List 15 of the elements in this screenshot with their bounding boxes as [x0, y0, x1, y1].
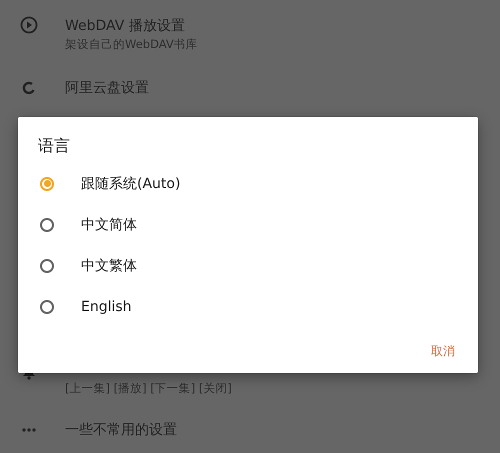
radio-button[interactable] — [40, 176, 54, 190]
setting-subtitle: 架设自己的WebDAV书库 — [65, 36, 198, 52]
play-circle-icon — [20, 16, 38, 34]
option-label[interactable]: 中文简体 — [81, 216, 137, 234]
radio-button[interactable] — [40, 218, 54, 232]
radio-button[interactable] — [40, 300, 54, 314]
more-icon — [22, 428, 36, 432]
option-label[interactable]: 中文繁体 — [81, 256, 137, 274]
option-label[interactable]: English — [81, 298, 132, 314]
setting-title: 阿里云盘设置 — [65, 79, 149, 98]
dialog-title: 语言 — [38, 135, 71, 157]
radio-button[interactable] — [40, 258, 54, 272]
setting-title: WebDAV 播放设置 — [65, 16, 186, 36]
option-label[interactable]: 跟随系统(Auto) — [81, 174, 180, 192]
setting-title: 一些不常用的设置 — [65, 421, 177, 440]
